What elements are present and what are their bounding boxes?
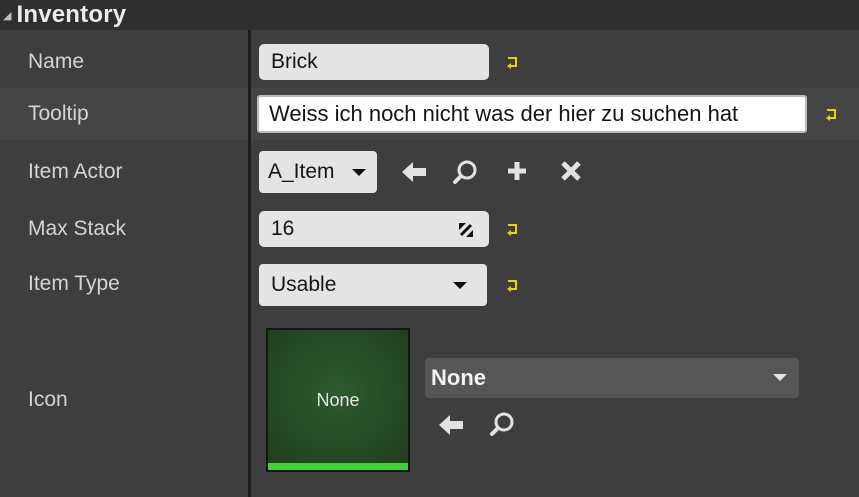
thumbnail-text: None <box>316 390 360 410</box>
max-stack-label: Max Stack <box>28 217 127 240</box>
max-stack-value: 16 <box>271 217 295 240</box>
collapse-triangle-icon[interactable]: ◢ <box>3 9 11 22</box>
icon-thumbnail[interactable]: None <box>266 328 410 472</box>
tooltip-label: Tooltip <box>28 102 89 125</box>
name-field[interactable]: Brick <box>259 44 489 80</box>
x-icon[interactable] <box>559 159 583 183</box>
left-arrow-icon[interactable] <box>400 160 428 184</box>
tooltip-reset-arrow-icon[interactable] <box>824 106 840 122</box>
section-header[interactable]: ◢ Inventory <box>0 0 859 30</box>
name-value: Brick <box>271 50 318 73</box>
tooltip-value: Weiss ich noch nicht was der hier zu suc… <box>269 101 739 126</box>
max-stack-reset-arrow-icon[interactable] <box>505 221 521 237</box>
row-item-actor <box>0 140 859 200</box>
item-type-reset-arrow-icon[interactable] <box>505 277 521 293</box>
caret-down-icon <box>453 282 467 289</box>
caret-down-icon <box>773 374 787 381</box>
tooltip-field[interactable]: Weiss ich noch nicht was der hier zu suc… <box>257 95 807 133</box>
section-title: Inventory <box>16 1 127 28</box>
left-arrow-icon[interactable] <box>437 413 465 437</box>
icon-combo-value: None <box>431 365 486 390</box>
column-divider[interactable] <box>248 30 251 497</box>
caret-down-icon <box>352 169 366 176</box>
icon-label: Icon <box>28 388 68 411</box>
item-actor-value: A_Item <box>268 160 335 183</box>
thumbnail-asset-color-bar <box>268 463 408 470</box>
item-type-dropdown[interactable]: Usable <box>259 264 487 306</box>
plus-icon[interactable] <box>505 159 529 183</box>
magnifier-icon[interactable] <box>489 411 517 437</box>
resize-arrows-icon[interactable] <box>456 221 476 239</box>
item-actor-dropdown[interactable]: A_Item <box>259 151 377 193</box>
row-icon <box>0 312 859 497</box>
magnifier-icon[interactable] <box>452 159 480 185</box>
item-type-value: Usable <box>271 273 337 296</box>
name-reset-arrow-icon[interactable] <box>505 54 521 70</box>
icon-asset-combo[interactable]: None <box>425 358 799 398</box>
name-label: Name <box>28 50 85 73</box>
item-type-label: Item Type <box>28 272 120 295</box>
item-actor-label: Item Actor <box>28 160 123 183</box>
max-stack-spinbox[interactable]: 16 <box>259 211 489 247</box>
